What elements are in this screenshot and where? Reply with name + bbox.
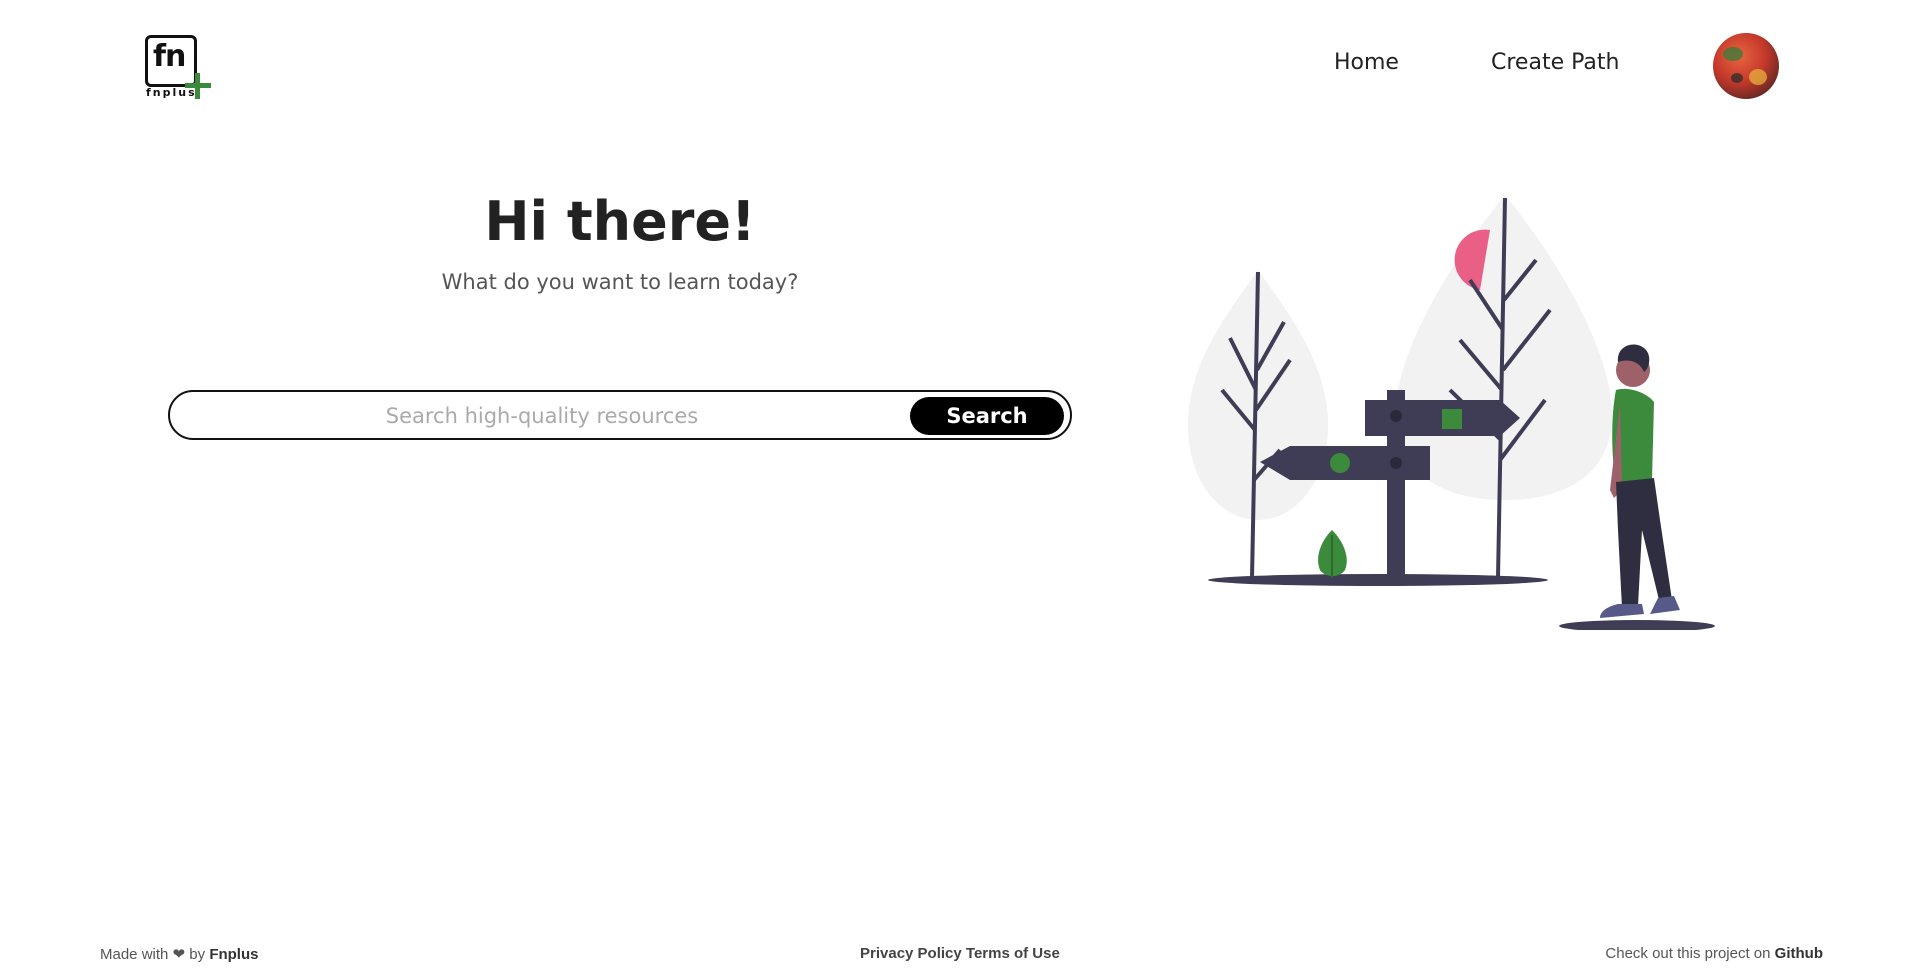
hero-title: Hi there! (484, 190, 756, 253)
user-avatar[interactable] (1713, 33, 1779, 99)
plus-icon (185, 73, 211, 99)
search-input[interactable] (190, 398, 894, 434)
person (1600, 344, 1680, 618)
nav-home-link[interactable]: Home (1334, 50, 1399, 75)
footer-made-with: Made with ❤ by Fnplus (100, 945, 258, 963)
footer-project: Check out this project on Github (1605, 945, 1823, 962)
ground-shadow (1208, 574, 1548, 586)
avatar-detail (1723, 47, 1743, 61)
nav-create-path-link[interactable]: Create Path (1491, 50, 1619, 75)
github-link[interactable]: Github (1775, 945, 1823, 962)
avatar-detail (1731, 73, 1743, 83)
terms-of-use-link[interactable]: Terms of Use (966, 945, 1060, 962)
avatar-detail (1749, 69, 1767, 85)
footer-by: by (189, 946, 206, 963)
heart-icon: ❤ (172, 946, 186, 963)
hero-subtitle: What do you want to learn today? (441, 270, 799, 294)
footer-brand-link[interactable]: Fnplus (209, 946, 258, 963)
footer-project-prefix: Check out this project on (1605, 945, 1771, 962)
sign-bolt (1390, 410, 1402, 422)
footer-legal-links: Privacy Policy Terms of Use (860, 945, 1060, 962)
sign-left-dot (1330, 453, 1350, 473)
logo-text: fn (153, 39, 186, 74)
fnplus-logo[interactable]: fn fnplus (143, 33, 213, 103)
footer-made-with-prefix: Made with (100, 946, 169, 963)
page: fn fnplus Home Create Path Hi there! Wha… (0, 0, 1905, 980)
search-bar: Search (168, 390, 1072, 440)
privacy-policy-link[interactable]: Privacy Policy (860, 945, 962, 962)
signpost-illustration (1187, 195, 1715, 630)
sign-right-square (1442, 409, 1462, 429)
sign-bolt (1390, 457, 1402, 469)
person-shadow (1559, 620, 1715, 630)
search-button[interactable]: Search (910, 397, 1064, 435)
